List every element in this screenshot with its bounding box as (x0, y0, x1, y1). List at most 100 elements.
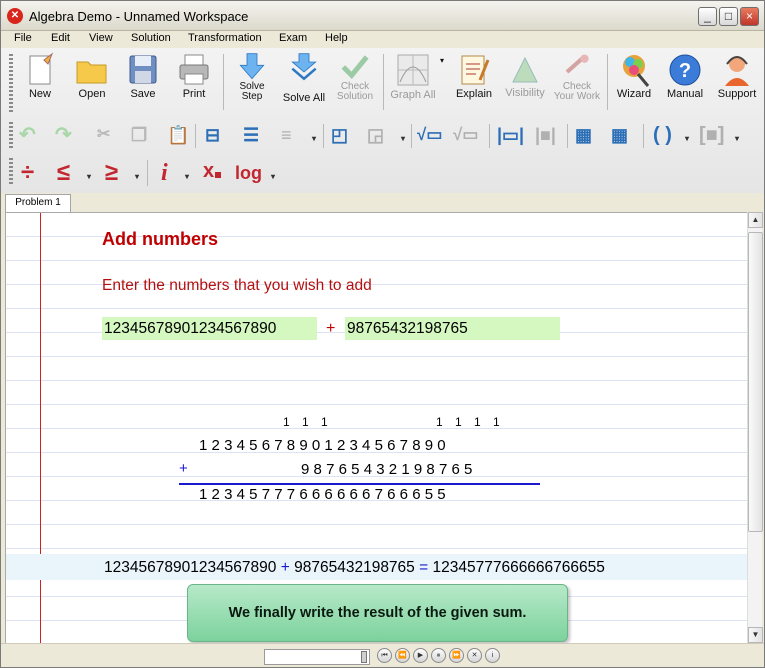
printer-icon (179, 54, 209, 85)
print-button[interactable]: Print (173, 52, 215, 100)
svg-text:?: ? (679, 60, 691, 82)
maximize-button[interactable]: □ (719, 7, 738, 26)
sqrt-icon[interactable]: √▭ (417, 124, 442, 146)
copy-icon[interactable]: ❐ (131, 124, 147, 146)
carry-digits-left: 1 1 1 (283, 415, 333, 429)
save-button[interactable]: Save (122, 52, 164, 100)
final-equals: = (419, 559, 429, 576)
nth-root-icon[interactable]: √▭ (453, 124, 478, 146)
matrix-grid-icon[interactable]: ▦ (611, 124, 628, 146)
brackets-dropdown[interactable]: ▾ (735, 128, 739, 150)
final-addend-2: 98765432198765 (294, 559, 415, 576)
app-window: ✕ Algebra Demo - Unnamed Workspace _ □ ×… (0, 0, 765, 668)
format-icon[interactable]: ≡ (281, 124, 292, 146)
imaginary-unit-icon[interactable]: i (161, 161, 168, 185)
inequality-dropdown-2[interactable]: ▾ (135, 166, 139, 188)
undo-icon[interactable]: ↶ (19, 124, 36, 146)
menu-exam[interactable]: Exam (279, 32, 307, 44)
first-number-input[interactable]: 12345678901234567890 (102, 317, 317, 340)
title-bar: ✕ Algebra Demo - Unnamed Workspace _ □ × (1, 1, 764, 31)
manual-button[interactable]: ? Manual (663, 52, 707, 100)
scroll-down-button[interactable]: ▼ (748, 627, 763, 643)
app-icon: ✕ (7, 8, 23, 24)
inequality-dropdown[interactable]: ▾ (87, 166, 91, 188)
close-button[interactable]: × (740, 7, 759, 26)
menu-edit[interactable]: Edit (51, 32, 70, 44)
toolbar: New Open Save Print Solve Step Solve All… (1, 48, 764, 194)
folder-icon (76, 61, 107, 84)
cut-icon[interactable]: ✂ (97, 124, 110, 146)
matrix-icon[interactable]: ▦ (575, 124, 592, 146)
menu-solution[interactable]: Solution (131, 32, 171, 44)
toolbar-grip (9, 122, 13, 148)
addend-2: 98765432198765 (301, 461, 477, 478)
superscript-box-icon[interactable]: ◰ (331, 124, 348, 146)
box-dropdown[interactable]: ▾ (401, 128, 405, 150)
wizard-button[interactable]: Wizard (612, 52, 656, 100)
problem-heading: Add numbers (102, 229, 219, 249)
log-icon[interactable]: log (235, 162, 262, 184)
rewind-icon[interactable]: ⏪ (395, 648, 410, 663)
final-addend-1: 12345678901234567890 (104, 559, 277, 576)
down-arrow-icon (239, 53, 265, 80)
menu-view[interactable]: View (89, 32, 113, 44)
minimize-button[interactable]: _ (698, 7, 717, 26)
redo-icon[interactable]: ↷ (55, 124, 72, 146)
fast-forward-icon[interactable]: ⏩ (449, 648, 464, 663)
check-solution-button[interactable]: Check Solution (333, 52, 377, 102)
checkmark-icon (341, 55, 369, 80)
double-down-arrow-icon (291, 53, 317, 81)
parentheses-icon[interactable]: ( ) (653, 124, 672, 146)
first-step-icon[interactable]: ⏮ (377, 648, 392, 663)
final-equation: 12345678901234567890 + 98765432198765 = … (104, 559, 605, 577)
visibility-button[interactable]: Visibility (501, 52, 549, 99)
check-your-work-button[interactable]: Check Your Work (553, 52, 601, 102)
menu-file[interactable]: File (14, 32, 32, 44)
less-equal-icon[interactable]: ≤ (57, 161, 70, 185)
addend-1: 12345678901234567890 (199, 437, 450, 454)
tab-problem-1[interactable]: Problem 1 (5, 194, 71, 212)
support-button[interactable]: Support (714, 52, 760, 100)
magic-wand-icon (623, 55, 650, 87)
solve-step-button[interactable]: Solve Step (231, 52, 273, 102)
toolbar-separator (147, 160, 148, 186)
graph-all-button[interactable]: Graph All (389, 52, 437, 101)
stop-icon[interactable]: ✕ (467, 648, 482, 663)
scroll-thumb[interactable] (748, 232, 763, 532)
split-icon[interactable]: ☰ (243, 124, 259, 146)
slider-thumb[interactable] (361, 651, 367, 663)
pause-icon[interactable]: ⏸ (431, 648, 446, 663)
menu-help[interactable]: Help (325, 32, 348, 44)
second-number-input[interactable]: 98765432198765 (345, 317, 560, 340)
menu-transformation[interactable]: Transformation (188, 32, 262, 44)
new-button[interactable]: New (19, 52, 61, 100)
fraction-icon[interactable]: ⊟ (205, 124, 220, 146)
format-dropdown[interactable]: ▾ (312, 128, 316, 150)
subscript-x-icon[interactable]: x (203, 160, 214, 182)
imaginary-dropdown[interactable]: ▾ (185, 166, 189, 188)
scroll-up-button[interactable]: ▲ (748, 212, 763, 228)
graph-all-dropdown[interactable]: ▾ (438, 56, 446, 65)
visibility-icon (512, 56, 538, 83)
explain-button[interactable]: Explain (452, 52, 496, 100)
subscript-box-icon[interactable]: ◲ (367, 124, 384, 146)
new-document-icon (29, 52, 54, 85)
toolbar-separator (223, 54, 224, 110)
playback-slider[interactable] (264, 649, 370, 665)
parentheses-dropdown[interactable]: ▾ (685, 128, 689, 150)
open-button[interactable]: Open (71, 52, 113, 100)
paste-icon[interactable]: 📋 (167, 124, 189, 146)
play-icon[interactable]: ▶ (413, 648, 428, 663)
greater-equal-icon[interactable]: ≥ (105, 161, 118, 185)
norm-icon[interactable]: |■| (535, 124, 556, 146)
toolbar-grip (9, 54, 13, 112)
absolute-value-icon[interactable]: |▭| (497, 124, 524, 146)
log-dropdown[interactable]: ▾ (271, 166, 275, 188)
solve-all-button[interactable]: Solve All (281, 52, 327, 104)
toolbar-separator (643, 124, 644, 148)
divide-icon[interactable]: ÷ (21, 161, 34, 185)
brackets-icon[interactable]: [■] (699, 124, 724, 146)
toolbar-grip (9, 158, 13, 186)
vertical-scrollbar[interactable]: ▲ ▼ (747, 212, 763, 643)
info-icon[interactable]: i (485, 648, 500, 663)
